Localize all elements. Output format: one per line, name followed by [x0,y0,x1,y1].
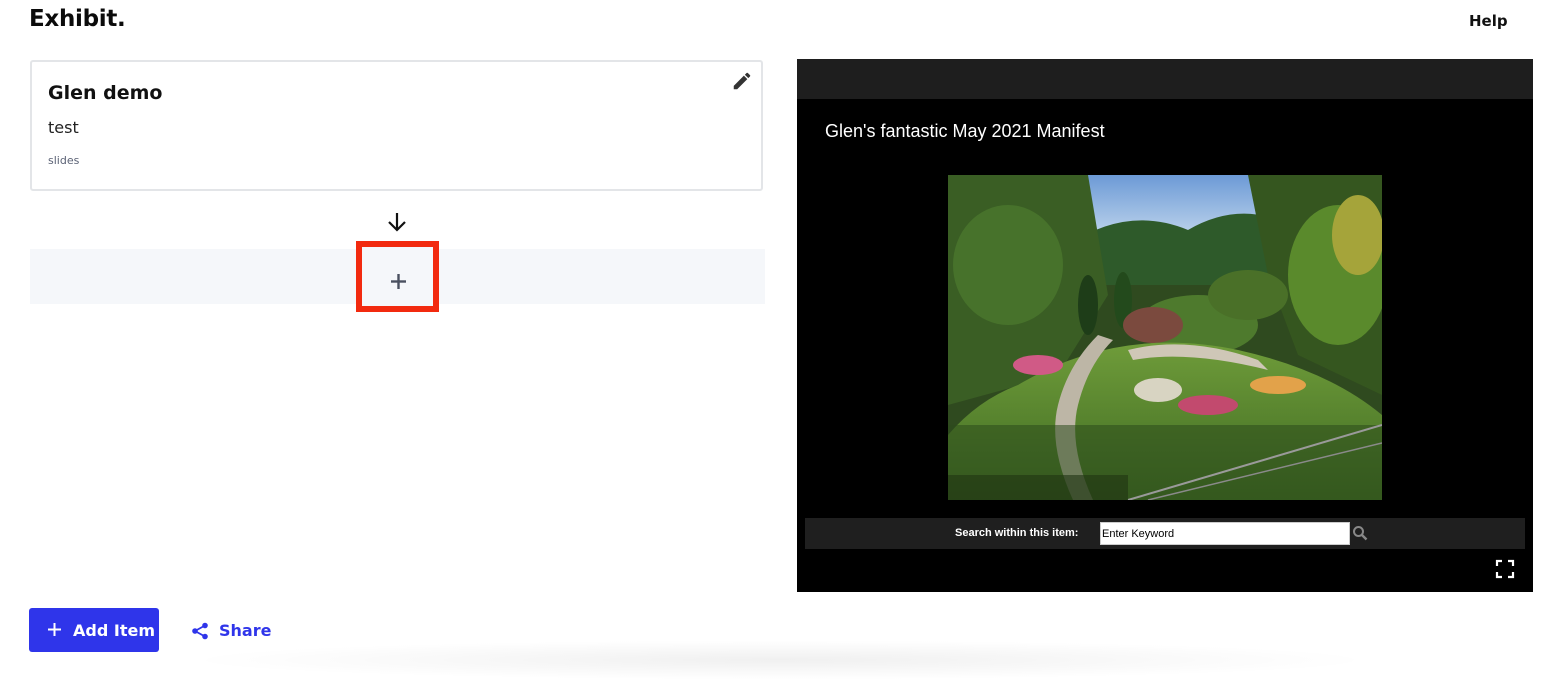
plus-icon [48,623,61,636]
edit-item-button[interactable] [731,70,753,92]
search-icon[interactable] [1352,525,1368,541]
search-label: Search within this item: [955,527,1079,539]
share-label: Share [219,621,272,640]
garden-image[interactable] [948,175,1382,500]
pencil-icon [733,72,751,90]
plus-icon [391,274,406,289]
arrow-down-icon [388,213,406,232]
add-item-label: Add Item [73,621,155,640]
app-logo[interactable]: Exhibit. [29,6,126,32]
item-title: Glen demo [48,82,163,104]
item-type: slides [48,154,80,167]
fullscreen-icon[interactable] [1495,559,1515,579]
add-item-button[interactable]: Add Item [29,608,159,652]
viewer-title: Glen's fantastic May 2021 Manifest [825,121,1105,141]
item-card[interactable]: Glen demo test slides [30,60,763,191]
manifest-viewer[interactable]: Glen's fantastic May 2021 Manifest Searc… [797,59,1533,592]
viewer-toolbar [797,59,1533,99]
search-input[interactable] [1100,522,1350,545]
help-link[interactable]: Help [1469,12,1508,30]
footer-shadow [180,640,1380,680]
item-description: test [48,118,79,137]
share-icon [192,622,208,640]
insert-item-button[interactable] [356,241,439,312]
search-bar: Search within this item: [805,518,1525,549]
